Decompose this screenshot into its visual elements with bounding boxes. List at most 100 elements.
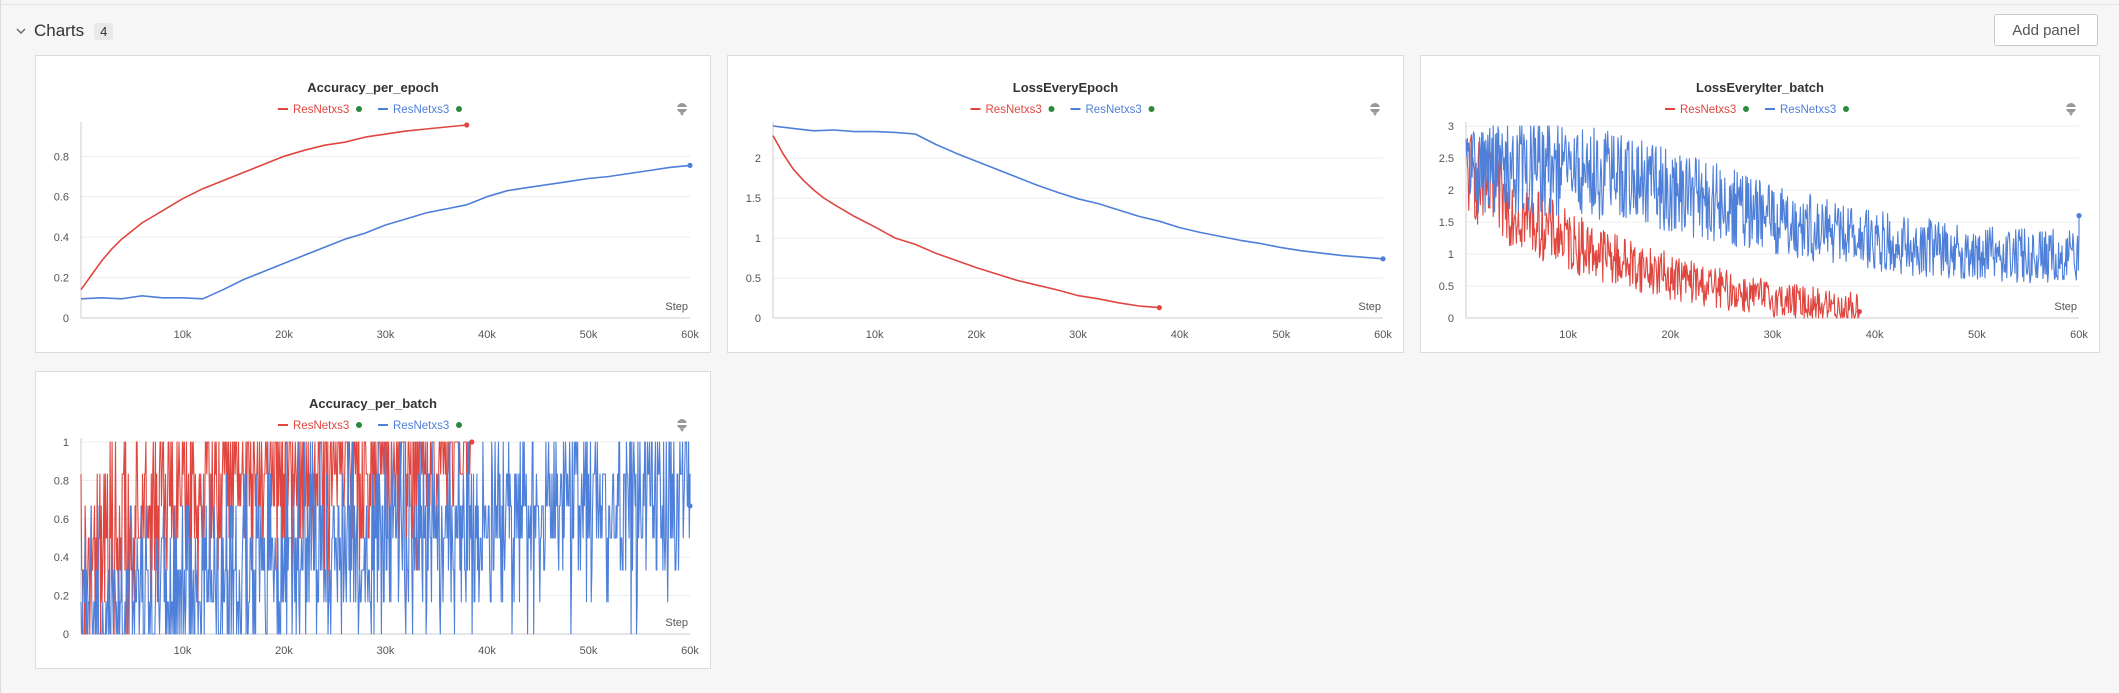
x-tick-label: 20k [967, 329, 985, 341]
left-border [0, 0, 1, 693]
panel-menu-icon[interactable] [2066, 103, 2076, 116]
x-tick-label: 30k [1764, 329, 1782, 341]
chart-svg: Accuracy_per_epoch ResNetxs3 ResNetxs3 0 0.2… [54, 80, 700, 341]
legend-label: ResNetxs3 [393, 420, 449, 432]
x-tick-label: 50k [580, 329, 598, 341]
panel-menu-icon[interactable] [677, 103, 687, 116]
y-tick-label: 0.8 [54, 151, 69, 163]
series-end-point [687, 162, 693, 169]
chevron-down-icon[interactable] [14, 24, 28, 38]
chart-panel-loss-every-epoch: LossEveryEpoch ResNetxs3 ResNetxs3 0 0.5 1 1.5… [727, 55, 1404, 353]
legend-run-dot [1148, 106, 1155, 112]
chart-legend: ResNetxs3 ResNetxs3 [278, 104, 462, 116]
section-header[interactable]: Charts 4 [14, 20, 114, 42]
legend-run-dot [456, 106, 462, 112]
chart-svg: LossEveryEpoch ResNetxs3 ResNetxs3 0 0.5 1 1.5… [746, 80, 1393, 341]
section-title: Charts [34, 21, 85, 40]
chart-panel-loss-every-iter-batch: LossEveryIter_batch ResNetxs3 ResNetxs3 0 0.… [1420, 55, 2100, 353]
x-tick-label: 60k [1374, 329, 1392, 341]
legend-run-dot [356, 422, 362, 428]
y-tick-label: 1.5 [746, 193, 761, 205]
panel-menu-icon[interactable] [677, 419, 687, 432]
chart-svg: LossEveryIter_batch ResNetxs3 ResNetxs3 0 0.… [1439, 80, 2089, 341]
series-line [80, 164, 691, 300]
x-axis-label: Step [665, 301, 688, 313]
legend-label: ResNetxs3 [293, 420, 349, 432]
legend-run-dot [1843, 106, 1849, 112]
y-tick-label: 0.6 [54, 514, 69, 526]
y-tick-label: 0.4 [54, 552, 69, 564]
y-tick-label: 0.2 [54, 591, 69, 603]
series-end-point [687, 503, 693, 509]
x-tick-label: 40k [478, 329, 496, 341]
add-panel-button[interactable]: Add panel [1994, 14, 2098, 46]
x-tick-label: 10k [174, 645, 192, 657]
legend-label: ResNetxs3 [1086, 104, 1142, 116]
y-tick-label: 2.5 [1439, 153, 1454, 165]
x-tick-label: 40k [1171, 329, 1189, 341]
y-tick-label: 1 [1448, 249, 1454, 261]
legend-run-dot [456, 422, 462, 428]
y-tick-label: 0 [63, 313, 69, 325]
series-line [80, 124, 467, 291]
x-tick-label: 60k [681, 329, 699, 341]
legend-label: ResNetxs3 [1780, 104, 1836, 116]
y-tick-label: 2 [1448, 185, 1454, 197]
chart-title: Accuracy_per_epoch [307, 80, 439, 95]
panel-menu-icon[interactable] [1370, 103, 1380, 116]
series-line [772, 125, 1384, 260]
legend-run-dot [1048, 106, 1055, 112]
legend-label: ResNetxs3 [1680, 104, 1736, 116]
legend-label: ResNetxs3 [293, 104, 349, 116]
x-tick-label: 50k [1272, 329, 1290, 341]
x-tick-label: 20k [1661, 329, 1679, 341]
x-tick-label: 40k [1866, 329, 1884, 341]
series-end-point [1856, 309, 1862, 315]
chart-panel-accuracy-per-batch: Accuracy_per_batch ResNetxs3 ResNetxs3 0 0.2… [35, 371, 711, 669]
y-tick-label: 0.4 [54, 232, 69, 244]
y-tick-label: 2 [755, 153, 761, 165]
chart-legend: ResNetxs3 ResNetxs3 [278, 420, 462, 432]
legend-run-dot [356, 106, 362, 112]
y-tick-label: 0.2 [54, 273, 69, 285]
x-tick-label: 50k [1968, 329, 1986, 341]
x-tick-label: 10k [866, 329, 884, 341]
top-divider [0, 4, 2119, 5]
chart-title: LossEveryIter_batch [1696, 80, 1824, 95]
chart-legend: ResNetxs3 ResNetxs3 [970, 104, 1155, 116]
chart-legend: ResNetxs3 ResNetxs3 [1665, 104, 1849, 116]
y-tick-label: 1 [755, 233, 761, 245]
series-end-point [2076, 213, 2082, 219]
y-tick-label: 0 [755, 313, 761, 325]
x-tick-label: 60k [681, 645, 699, 657]
series-end-point [464, 122, 470, 128]
x-axis-label: Step [665, 617, 688, 629]
x-tick-label: 40k [478, 645, 496, 657]
x-axis-label: Step [2054, 301, 2077, 313]
x-tick-label: 20k [275, 329, 293, 341]
x-tick-label: 30k [1069, 329, 1087, 341]
x-tick-label: 30k [377, 329, 395, 341]
chart-svg: Accuracy_per_batch ResNetxs3 ResNetxs3 0 0.2… [54, 396, 700, 657]
x-tick-label: 60k [2070, 329, 2088, 341]
chart-panel-accuracy-per-epoch: Accuracy_per_epoch ResNetxs3 ResNetxs3 0 0.2… [35, 55, 711, 353]
y-tick-label: 0.5 [746, 273, 761, 285]
y-tick-label: 0.5 [1439, 281, 1454, 293]
x-tick-label: 10k [1559, 329, 1577, 341]
chart-title: LossEveryEpoch [1013, 80, 1119, 95]
series-end-point [469, 439, 475, 445]
y-tick-label: 0.6 [54, 192, 69, 204]
x-tick-label: 20k [275, 645, 293, 657]
legend-run-dot [1743, 106, 1749, 112]
x-axis-label: Step [1358, 301, 1381, 313]
y-tick-label: 1 [63, 437, 69, 449]
series-end-point [1380, 256, 1386, 262]
y-tick-label: 3 [1448, 121, 1454, 133]
y-tick-label: 0 [63, 629, 69, 641]
panel-count-badge: 4 [94, 22, 114, 40]
y-tick-label: 0 [1448, 313, 1454, 325]
series-line [1465, 125, 2080, 284]
x-tick-label: 50k [580, 645, 598, 657]
y-tick-label: 1.5 [1439, 217, 1454, 229]
y-tick-label: 0.8 [54, 475, 69, 487]
